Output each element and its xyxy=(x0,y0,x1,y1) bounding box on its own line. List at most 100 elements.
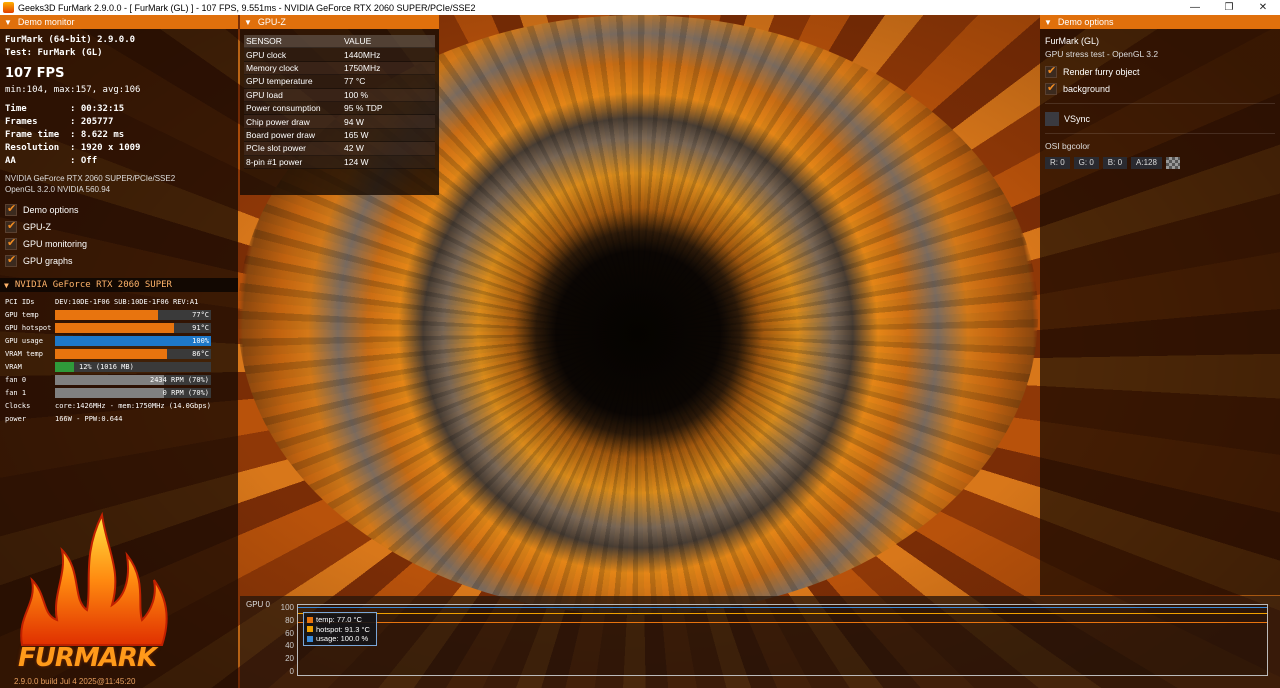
legend-entry: hotspot: 91.3 °C xyxy=(307,625,373,635)
minimize-button[interactable]: — xyxy=(1178,0,1212,15)
gpuz-sensor-row: GPU load 100 % xyxy=(244,88,435,102)
metric-bar: 100% xyxy=(55,335,211,346)
checkbox-icon[interactable] xyxy=(1045,64,1057,78)
check-label: GPU-Z xyxy=(23,221,51,232)
fps-minmax: min:104, max:157, avg:106 xyxy=(5,85,141,95)
clocks-row: Clocks core:1426MHz - mem:1750MHz (14.0G… xyxy=(5,399,233,412)
metric-bar: 77°C xyxy=(55,309,211,320)
furmark-logo-text: FURMARK xyxy=(18,643,157,673)
check-gpu-monitoring[interactable]: GPU monitoring xyxy=(5,235,233,252)
legend-label: usage: 100.0 % xyxy=(316,634,369,643)
gpu-metric-row: VRAM 12% (1016 MB) xyxy=(5,360,233,373)
gpu-metric-row: VRAM temp 86°C xyxy=(5,347,233,360)
check-gpu-graphs[interactable]: GPU graphs xyxy=(5,252,233,269)
osi-bgcolor-controls: R: 0 G: 0 B: 0 A:128 xyxy=(1045,157,1275,169)
sensor-value: 165 W xyxy=(344,129,369,140)
osi-g-field[interactable]: G: 0 xyxy=(1073,157,1099,169)
series-line xyxy=(298,621,1267,623)
col-sensor: SENSOR xyxy=(246,36,282,47)
sensor-value: 100 % xyxy=(344,89,369,100)
sensor-value: 1750MHz xyxy=(344,62,381,73)
metric-value: 77°C xyxy=(192,310,209,319)
y-tick-label: 40 xyxy=(285,641,294,651)
sensor-value: 77 °C xyxy=(344,76,366,87)
metric-value: 0 RPM (70%) xyxy=(162,388,209,397)
demo-monitor-panel: ▼ Demo monitor FurMark (64-bit) 2.9.0.0 … xyxy=(0,15,238,688)
check-background[interactable]: background xyxy=(1045,80,1275,97)
gpuz-sensor-table: SENSOR VALUE GPU clock 1440MHz Memory cloc… xyxy=(244,35,435,169)
gpuz-sensor-row: GPU temperature 77 °C xyxy=(244,75,435,89)
gpuz-title: GPU-Z xyxy=(257,17,286,27)
gpu-metric-row: fan 0 2434 RPM (70%) xyxy=(5,373,233,386)
check-vsync[interactable]: VSync xyxy=(1045,110,1275,127)
metric-bar-fill xyxy=(55,387,165,398)
osi-bgcolor-label: OSI bgcolor xyxy=(1045,141,1090,151)
gpu-monitor-header[interactable]: ▼ NVIDIA GeForce RTX 2060 SUPER xyxy=(0,278,238,292)
gpuz-sensor-row: GPU clock 1440MHz xyxy=(244,48,435,62)
sensor-name: 8-pin #1 power xyxy=(246,156,303,167)
gpu-metric-row: fan 1 0 RPM (70%) xyxy=(5,386,233,399)
divider xyxy=(1045,133,1275,134)
fps-readout: 107 FPS xyxy=(5,66,65,81)
y-tick-label: 100 xyxy=(280,603,294,612)
osi-a-field[interactable]: A:128 xyxy=(1131,157,1162,169)
collapse-triangle-icon[interactable]: ▼ xyxy=(4,18,12,27)
legend-label: temp: 77.0 °C xyxy=(316,615,362,624)
check-label: Demo options xyxy=(23,204,79,215)
legend-entry: usage: 100.0 % xyxy=(307,634,373,644)
checkbox-icon[interactable] xyxy=(5,219,17,233)
close-button[interactable]: ✕ xyxy=(1246,0,1280,15)
legend-entry: temp: 77.0 °C xyxy=(307,615,373,625)
sensor-name: PCIe slot power xyxy=(246,143,306,154)
gpuz-sensor-row: Power consumption 95 % TDP xyxy=(244,101,435,116)
metric-value: 100% xyxy=(192,336,209,345)
metric-value: 86°C xyxy=(192,349,209,358)
metric-label: GPU temp xyxy=(5,310,39,319)
check-label: background xyxy=(1063,83,1111,94)
gpuz-table-header: SENSOR VALUE xyxy=(244,35,435,49)
gpuz-panel: ▼ GPU-Z SENSOR VALUE GPU clock 1440MHz Mem… xyxy=(240,15,439,195)
metric-value: 2434 RPM (70%) xyxy=(149,375,209,384)
gpu-graph-panel: GPU 0 100 80 60 40 20 0 temp: 77.0 °C hotspot:… xyxy=(240,596,1280,688)
gpuz-sensor-row: 8-pin #1 power 124 W xyxy=(244,155,435,169)
checkbox-icon[interactable] xyxy=(1045,111,1059,126)
sensor-value: 42 W xyxy=(344,143,364,154)
metric-bar-fill xyxy=(55,335,211,346)
metric-label: VRAM xyxy=(5,362,22,371)
y-tick-label: 20 xyxy=(285,654,294,664)
sensor-name: GPU temperature xyxy=(246,76,313,87)
metric-bar-fill xyxy=(55,322,174,333)
collapse-triangle-icon[interactable]: ▼ xyxy=(4,281,9,290)
demo-options-header[interactable]: ▼ Demo options xyxy=(1040,15,1280,29)
sensor-value: 124 W xyxy=(344,156,369,167)
gpu-metric-row: GPU hotspot 91°C xyxy=(5,321,233,334)
checkbox-icon[interactable] xyxy=(1045,81,1057,95)
metric-bar: 0 RPM (70%) xyxy=(55,387,211,398)
gpuz-sensor-row: Chip power draw 94 W xyxy=(244,115,435,129)
maximize-button[interactable]: ❐ xyxy=(1212,0,1246,15)
furmark-app-icon xyxy=(3,2,14,13)
metric-bar-fill xyxy=(55,361,74,372)
checkbox-icon[interactable] xyxy=(5,253,17,267)
collapse-triangle-icon[interactable]: ▼ xyxy=(244,18,252,27)
check-gpu-z[interactable]: GPU-Z xyxy=(5,218,233,235)
sensor-name: GPU load xyxy=(246,89,283,100)
gpuz-header[interactable]: ▼ GPU-Z xyxy=(240,15,439,29)
color-swatch-icon[interactable] xyxy=(1165,157,1180,169)
check-demo-options[interactable]: Demo options xyxy=(5,201,233,218)
legend-swatch xyxy=(307,626,313,633)
collapse-triangle-icon[interactable]: ▼ xyxy=(1044,18,1052,27)
sensor-value: 1440MHz xyxy=(344,49,381,60)
check-render-furry[interactable]: Render furry object xyxy=(1045,63,1275,80)
check-label: GPU monitoring xyxy=(23,238,88,249)
checkbox-icon[interactable] xyxy=(5,202,17,216)
sensor-name: Board power draw xyxy=(246,129,315,140)
graph-plot-area xyxy=(297,604,1268,676)
opengl-version: OpenGL 3.2.0 NVIDIA 560.94 xyxy=(5,185,111,194)
checkbox-icon[interactable] xyxy=(5,236,17,250)
sensor-name: Memory clock xyxy=(246,62,299,73)
osi-b-field[interactable]: B: 0 xyxy=(1102,157,1128,169)
osi-r-field[interactable]: R: 0 xyxy=(1045,157,1070,169)
check-label: GPU graphs xyxy=(23,255,73,266)
demo-monitor-header[interactable]: ▼ Demo monitor xyxy=(0,15,238,29)
